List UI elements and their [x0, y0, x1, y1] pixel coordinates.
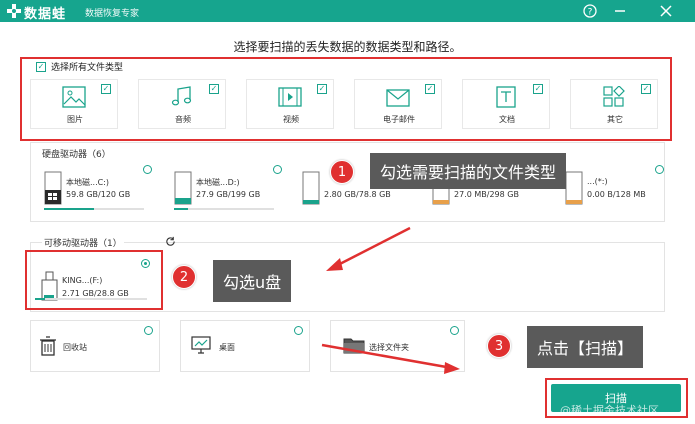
step-badge-1: 1 — [330, 160, 354, 184]
file-type-label: 视频 — [283, 115, 299, 124]
drive-icon — [565, 171, 583, 205]
location-label: 选择文件夹 — [369, 343, 409, 352]
location-label: 回收站 — [63, 343, 87, 352]
step-badge-3: 3 — [487, 334, 511, 358]
other-icon — [603, 86, 625, 107]
close-icon[interactable] — [658, 3, 674, 19]
usb-usage-bar — [35, 298, 147, 300]
drive-size: 27.9 GB/199 GB — [196, 190, 261, 199]
drive-radio[interactable] — [655, 165, 664, 174]
drive-usage-bar — [174, 208, 274, 210]
folder-icon — [343, 338, 365, 354]
file-type-email[interactable]: 电子邮件 ✓ — [354, 79, 442, 129]
mail-icon — [386, 89, 410, 107]
drive-name: 本地磁...D:) — [196, 178, 240, 187]
app-logo-icon — [7, 4, 21, 18]
drive-size: 27.0 MB/298 GB — [454, 190, 519, 199]
minimize-icon[interactable] — [612, 3, 628, 19]
file-type-other[interactable]: 其它 ✓ — [570, 79, 658, 129]
watermark: @稀土掘金技术社区 — [560, 404, 659, 417]
file-type-label: 文档 — [499, 115, 515, 124]
callout-step-1: 勾选需要扫描的文件类型 — [370, 153, 567, 189]
file-type-checkbox[interactable]: ✓ — [101, 84, 111, 94]
drive-size: 0.00 B/128 MB — [587, 190, 646, 199]
hard-drives-title: 硬盘驱动器（6） — [42, 150, 111, 160]
music-icon — [171, 86, 192, 106]
title-bar: 数据蛙 数据恢复专家 ? — [0, 0, 695, 22]
step-badge-2: 2 — [172, 265, 196, 289]
svg-text:?: ? — [588, 8, 593, 18]
drive-size: 2.80 GB/78.8 GB — [324, 190, 391, 199]
file-type-video[interactable]: 视频 ✓ — [246, 79, 334, 129]
trash-icon — [40, 336, 56, 356]
drive-item[interactable]: 本地磁...C:) 59.8 GB/120 GB — [44, 163, 154, 213]
drive-item[interactable]: ...(*:) 0.00 B/128 MB — [565, 163, 665, 213]
location-radio[interactable] — [450, 326, 459, 335]
select-all-checkbox[interactable]: ✓ — [36, 61, 46, 72]
drive-radio[interactable] — [273, 165, 282, 174]
removable-drives-title: 可移动驱动器（1） — [42, 236, 124, 249]
app-name: 数据蛙 — [24, 7, 67, 22]
drive-name: 本地磁...C:) — [66, 178, 110, 187]
drive-size: 59.8 GB/120 GB — [66, 190, 131, 199]
file-type-document[interactable]: 文档 ✓ — [462, 79, 550, 129]
file-type-checkbox[interactable]: ✓ — [209, 84, 219, 94]
page-prompt: 选择要扫描的丢失数据的数据类型和路径。 — [233, 40, 462, 54]
drive-name: ...(*:) — [587, 177, 608, 186]
callout-step-2: 勾选u盘 — [213, 260, 292, 302]
file-type-checkbox[interactable]: ✓ — [533, 84, 543, 94]
drive-radio[interactable] — [143, 165, 152, 174]
file-type-image[interactable]: 图片 ✓ — [30, 79, 118, 129]
drive-icon — [174, 171, 192, 205]
desktop-icon — [191, 336, 211, 354]
drive-size: 2.71 GB/28.8 GB — [62, 289, 129, 298]
location-radio[interactable] — [144, 326, 153, 335]
location-label: 桌面 — [219, 343, 235, 352]
callout-step-3: 点击【扫描】 — [527, 326, 644, 368]
file-type-label: 其它 — [607, 115, 623, 124]
file-type-label: 电子邮件 — [383, 115, 415, 124]
select-all-label: 选择所有文件类型 — [51, 63, 124, 73]
usb-drive-item[interactable]: KING...(F:) 2.71 GB/28.8 GB — [40, 262, 150, 312]
drive-name: KING...(F:) — [62, 276, 103, 285]
video-icon — [278, 87, 302, 107]
drive-usage-bar — [44, 208, 144, 210]
file-type-audio[interactable]: 音频 ✓ — [138, 79, 226, 129]
help-icon[interactable]: ? — [582, 3, 598, 19]
drive-icon — [302, 171, 320, 205]
file-type-label: 图片 — [67, 115, 83, 124]
image-icon — [62, 86, 86, 108]
location-select-folder[interactable]: 选择文件夹 — [330, 320, 465, 372]
document-icon — [496, 86, 516, 108]
usb-drive-radio[interactable] — [141, 259, 150, 268]
file-type-label: 音频 — [175, 115, 191, 124]
location-recycle-bin[interactable]: 回收站 — [30, 320, 160, 372]
windows-drive-icon — [44, 171, 62, 205]
select-all-types[interactable]: ✓ 选择所有文件类型 — [36, 60, 123, 73]
file-type-checkbox[interactable]: ✓ — [425, 84, 435, 94]
file-type-checkbox[interactable]: ✓ — [641, 84, 651, 94]
location-radio[interactable] — [294, 326, 303, 335]
app-subtitle: 数据恢复专家 — [85, 9, 140, 19]
location-desktop[interactable]: 桌面 — [180, 320, 310, 372]
refresh-icon[interactable] — [165, 236, 176, 247]
drive-item[interactable]: 本地磁...D:) 27.9 GB/199 GB — [174, 163, 284, 213]
file-type-checkbox[interactable]: ✓ — [317, 84, 327, 94]
